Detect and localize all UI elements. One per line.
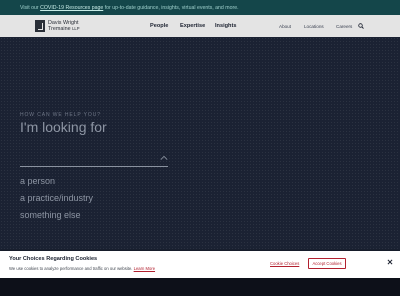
- announcement-before: Visit our: [20, 5, 39, 11]
- logo-mark: [35, 20, 45, 32]
- accept-cookies-button[interactable]: Accept Cookies: [308, 258, 346, 269]
- selector-underline[interactable]: [20, 166, 168, 167]
- announcement-after: for up-to-date guidance, insights, virtu…: [104, 5, 239, 11]
- nav-people[interactable]: People: [150, 23, 168, 29]
- covid-resources-link[interactable]: COVID-19 Resources page: [40, 5, 103, 11]
- main-navigation: Davis Wright Tremaine LLP People Experti…: [0, 15, 400, 37]
- nav-careers[interactable]: Careers: [336, 24, 352, 29]
- cookie-banner-title: Your Choices Regarding Cookies: [9, 256, 98, 262]
- option-practice-industry[interactable]: a practice/industry: [20, 193, 93, 203]
- logo[interactable]: Davis Wright Tremaine LLP: [35, 19, 88, 33]
- logo-line-2: Tremaine LLP: [48, 26, 88, 32]
- logo-line-2-name: Tremaine: [48, 26, 71, 32]
- logo-suffix: LLP: [72, 26, 80, 31]
- chevron-up-icon[interactable]: [160, 155, 168, 161]
- cookie-choices-link[interactable]: Cookie Choices: [270, 261, 299, 266]
- learn-more-link[interactable]: Learn More: [134, 266, 155, 271]
- nav-locations[interactable]: Locations: [304, 24, 324, 29]
- page-bottom: [0, 278, 400, 296]
- cookie-banner: Your Choices Regarding Cookies We use co…: [0, 251, 400, 278]
- logo-text: Davis Wright Tremaine LLP: [48, 20, 88, 32]
- option-something-else[interactable]: something else: [20, 210, 81, 220]
- nav-about[interactable]: About: [279, 24, 291, 29]
- search-icon[interactable]: [358, 23, 364, 29]
- nav-insights[interactable]: Insights: [215, 23, 236, 29]
- option-person[interactable]: a person: [20, 176, 55, 186]
- close-icon[interactable]: [387, 259, 393, 265]
- cookie-banner-description: We use cookies to analyze performance an…: [9, 266, 155, 271]
- cookie-description-text: We use cookies to analyze performance an…: [9, 266, 133, 271]
- nav-expertise[interactable]: Expertise: [180, 23, 205, 29]
- announcement-bar: Visit our COVID-19 Resources page for up…: [0, 0, 400, 15]
- hero-eyebrow: HOW CAN WE HELP YOU?: [20, 112, 101, 118]
- hero-headline: I'm looking for: [20, 119, 107, 135]
